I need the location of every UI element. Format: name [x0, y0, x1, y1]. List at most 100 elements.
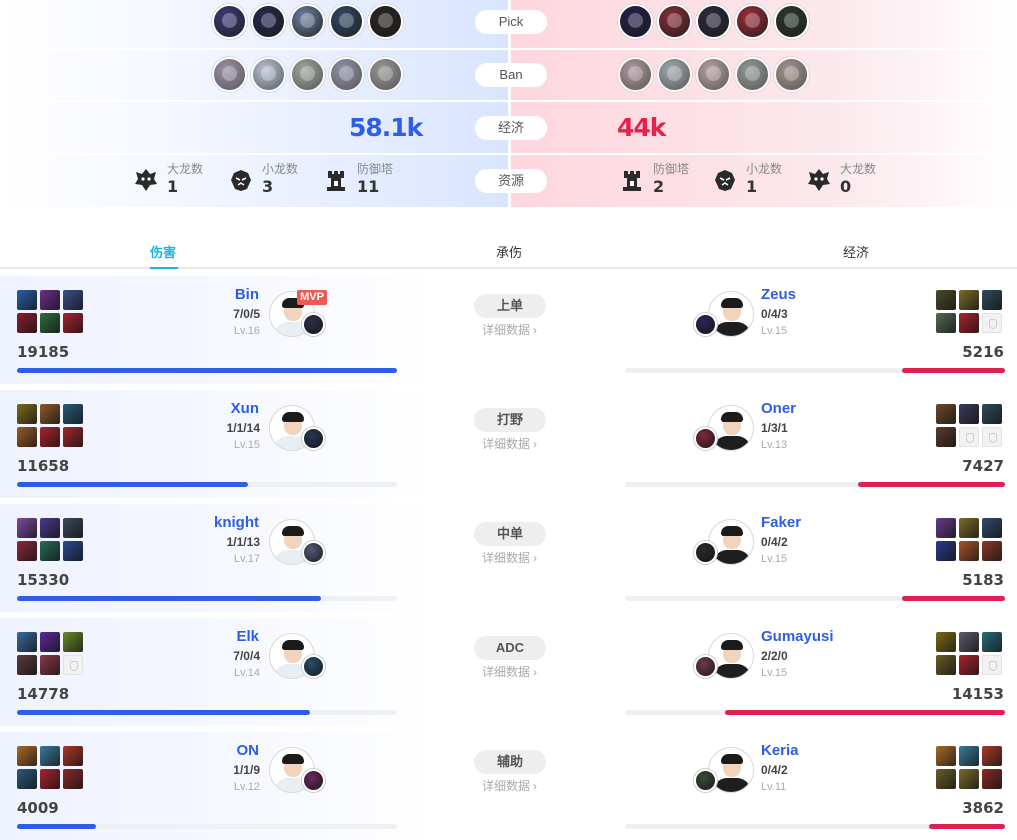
item-icon[interactable] [936, 290, 956, 310]
item-icon[interactable] [63, 746, 83, 766]
detail-link[interactable]: 详细数据 › [482, 663, 537, 680]
blue-player-champion-icon[interactable] [302, 313, 325, 336]
blue-player-name[interactable]: ON [237, 742, 260, 759]
item-icon[interactable] [982, 746, 1002, 766]
item-icon[interactable] [17, 290, 37, 310]
item-icon[interactable] [17, 746, 37, 766]
detail-link[interactable]: 详细数据 › [482, 435, 537, 452]
item-icon[interactable] [982, 632, 1002, 652]
red-pick-champion-icon[interactable] [618, 4, 653, 39]
red-pick-champion-icon[interactable] [735, 4, 770, 39]
item-icon[interactable] [17, 769, 37, 789]
blue-player-champion-icon[interactable] [302, 769, 325, 792]
item-icon[interactable] [63, 769, 83, 789]
item-icon[interactable] [40, 655, 60, 675]
red-ban-champion-icon[interactable] [774, 57, 809, 92]
blue-player-name[interactable]: Elk [236, 628, 259, 645]
blue-pick-champion-icon[interactable] [290, 4, 325, 39]
item-icon[interactable] [40, 541, 60, 561]
item-icon[interactable] [17, 313, 37, 333]
item-icon[interactable] [63, 290, 83, 310]
item-icon[interactable] [936, 541, 956, 561]
blue-pick-champion-icon[interactable] [212, 4, 247, 39]
red-player-name[interactable]: Keria [761, 742, 799, 759]
item-icon[interactable] [17, 632, 37, 652]
item-icon[interactable] [63, 518, 83, 538]
blue-player-name[interactable]: Bin [235, 286, 259, 303]
item-icon[interactable] [63, 632, 83, 652]
item-icon[interactable] [959, 290, 979, 310]
red-ban-champion-icon[interactable] [696, 57, 731, 92]
item-icon[interactable] [959, 769, 979, 789]
item-icon[interactable] [936, 769, 956, 789]
blue-pick-champion-icon[interactable] [368, 4, 403, 39]
item-icon[interactable] [17, 541, 37, 561]
item-icon[interactable] [959, 541, 979, 561]
red-player-name[interactable]: Gumayusi [761, 628, 834, 645]
item-icon[interactable] [63, 404, 83, 424]
detail-link[interactable]: 详细数据 › [482, 777, 537, 794]
blue-ban-champion-icon[interactable] [212, 57, 247, 92]
tab-gold[interactable]: 经济 [843, 242, 869, 261]
item-icon[interactable] [982, 769, 1002, 789]
blue-player-champion-icon[interactable] [302, 541, 325, 564]
item-icon[interactable] [936, 632, 956, 652]
red-pick-champion-icon[interactable] [774, 4, 809, 39]
item-icon[interactable] [936, 427, 956, 447]
blue-ban-champion-icon[interactable] [368, 57, 403, 92]
item-icon[interactable] [982, 290, 1002, 310]
item-icon[interactable] [959, 632, 979, 652]
blue-ban-champion-icon[interactable] [329, 57, 364, 92]
tab-damage-taken[interactable]: 承伤 [496, 242, 522, 261]
blue-player-champion-icon[interactable] [302, 655, 325, 678]
red-player-champion-icon[interactable] [694, 655, 717, 678]
item-icon[interactable] [982, 518, 1002, 538]
item-icon[interactable] [982, 541, 1002, 561]
item-icon[interactable] [17, 427, 37, 447]
item-icon[interactable] [17, 404, 37, 424]
item-icon[interactable] [40, 313, 60, 333]
red-player-champion-icon[interactable] [694, 427, 717, 450]
red-player-name[interactable]: Oner [761, 400, 796, 417]
item-icon[interactable] [40, 769, 60, 789]
item-icon[interactable] [936, 404, 956, 424]
detail-link[interactable]: 详细数据 › [482, 321, 537, 338]
red-player-name[interactable]: Zeus [761, 286, 796, 303]
blue-ban-champion-icon[interactable] [251, 57, 286, 92]
item-icon[interactable] [959, 746, 979, 766]
item-icon[interactable] [936, 655, 956, 675]
red-player-champion-icon[interactable] [694, 313, 717, 336]
item-icon[interactable] [63, 541, 83, 561]
blue-pick-champion-icon[interactable] [329, 4, 364, 39]
red-pick-champion-icon[interactable] [696, 4, 731, 39]
blue-player-name[interactable]: Xun [231, 400, 259, 417]
item-icon[interactable] [959, 655, 979, 675]
item-icon[interactable] [40, 290, 60, 310]
item-icon[interactable] [959, 404, 979, 424]
red-ban-champion-icon[interactable] [618, 57, 653, 92]
item-icon[interactable] [936, 746, 956, 766]
red-pick-champion-icon[interactable] [657, 4, 692, 39]
item-icon[interactable] [40, 632, 60, 652]
red-player-champion-icon[interactable] [694, 769, 717, 792]
item-icon[interactable] [40, 518, 60, 538]
item-icon[interactable] [40, 404, 60, 424]
item-icon[interactable] [936, 518, 956, 538]
item-icon[interactable] [63, 427, 83, 447]
item-icon[interactable] [959, 313, 979, 333]
red-player-name[interactable]: Faker [761, 514, 801, 531]
detail-link[interactable]: 详细数据 › [482, 549, 537, 566]
red-ban-champion-icon[interactable] [657, 57, 692, 92]
item-icon[interactable] [959, 518, 979, 538]
red-player-champion-icon[interactable] [694, 541, 717, 564]
blue-pick-champion-icon[interactable] [251, 4, 286, 39]
blue-player-champion-icon[interactable] [302, 427, 325, 450]
item-icon[interactable] [40, 427, 60, 447]
item-icon[interactable] [40, 746, 60, 766]
blue-player-name[interactable]: knight [214, 514, 259, 531]
tab-damage[interactable]: 伤害 [150, 242, 176, 261]
item-icon[interactable] [63, 313, 83, 333]
red-ban-champion-icon[interactable] [735, 57, 770, 92]
item-icon[interactable] [936, 313, 956, 333]
item-icon[interactable] [17, 518, 37, 538]
